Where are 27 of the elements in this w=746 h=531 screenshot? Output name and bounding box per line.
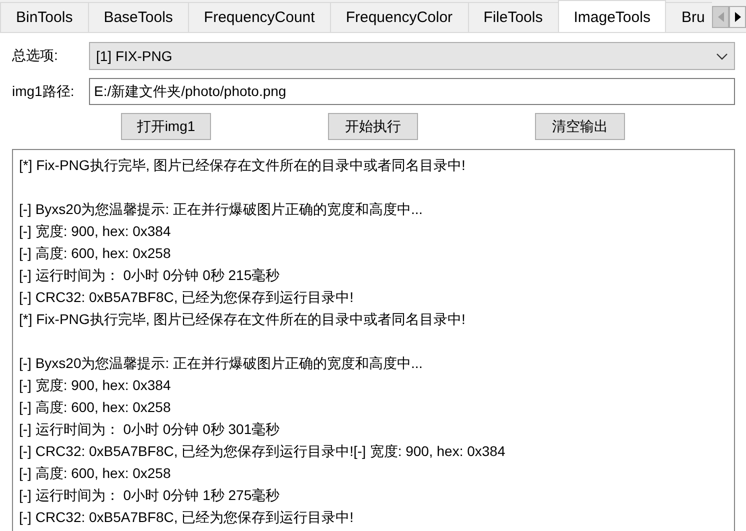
output-line: [-] 宽度: 900, hex: 0x384: [19, 376, 172, 395]
output-line: [*] Fix-PNG执行完毕, 图片已经保存在文件所在的目录中或者同名目录中!: [19, 310, 466, 329]
action-button[interactable]: 清空输出: [535, 113, 625, 140]
output-line: [-] 宽度: 900, hex: 0x384: [19, 222, 172, 241]
output-line: [-] CRC32: 0xB5A7BF8C, 已经为您保存到运行目录中!: [19, 288, 355, 307]
output-line: [-] 运行时间为： 0小时 0分钟 0秒 215毫秒: [19, 266, 281, 285]
scroll-right-icon[interactable]: [729, 6, 746, 28]
option-dropdown[interactable]: [1] FIX-PNG: [89, 42, 735, 70]
output-textarea[interactable]: [12, 149, 735, 531]
output-line: [-] CRC32: 0xB5A7BF8C, 已经为您保存到运行目录中!: [19, 508, 355, 527]
option-label: 总选项:: [12, 47, 59, 65]
path-label: img1路径:: [12, 82, 76, 100]
action-button[interactable]: 开始执行: [328, 113, 418, 140]
output-line: [-] 高度: 600, hex: 0x258: [19, 398, 172, 417]
output-line: [*] Fix-PNG执行完毕, 图片已经保存在文件所在的目录中或者同名目录中!: [19, 156, 466, 175]
chevron-down-icon: [716, 52, 728, 60]
output-line: [-] 高度: 600, hex: 0x258: [19, 464, 172, 483]
output-line: [-] 高度: 600, hex: 0x258: [19, 244, 172, 263]
path-input-field[interactable]: E:/新建文件夹/photo/photo.png: [89, 78, 735, 105]
tab[interactable]: BinTools: [0, 2, 89, 32]
action-button[interactable]: 打开img1: [121, 113, 211, 140]
tab[interactable]: ImageTools: [558, 0, 666, 32]
output-line: [-] Byxs20为您温馨提示: 正在并行爆破图片正确的宽度和高度中...: [19, 354, 424, 373]
output-line: [-] CRC32: 0xB5A7BF8C, 已经为您保存到运行目录中![-] 宽度: 900, hex: 0x384: [19, 442, 506, 461]
output-line: [-] 运行时间为： 0小时 0分钟 1秒 275毫秒: [19, 486, 281, 505]
output-line: [-] 运行时间为： 0小时 0分钟 0秒 301毫秒: [19, 420, 281, 439]
output-line: [-] Byxs20为您温馨提示: 正在并行爆破图片正确的宽度和高度中...: [19, 200, 424, 219]
